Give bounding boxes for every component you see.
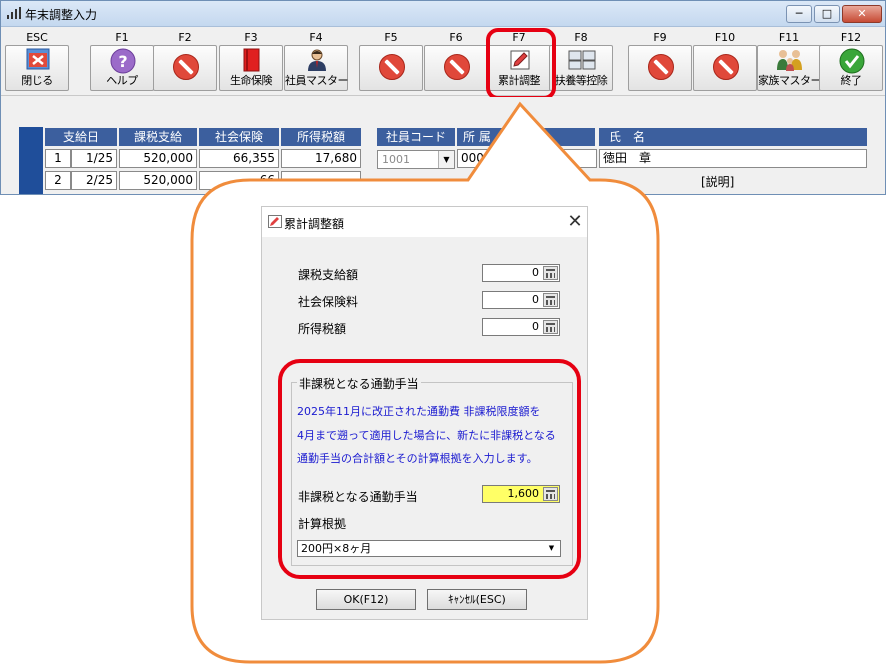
calculator-icon[interactable] xyxy=(543,293,558,307)
income-tax-label: 所得税額 xyxy=(298,322,347,336)
taxable-pay-label: 課税支給額 xyxy=(298,268,359,282)
social-insurance-label: 社会保険料 xyxy=(298,295,359,309)
taxable-pay-input[interactable]: 0 xyxy=(482,264,560,282)
ok-button[interactable]: OK(F12) xyxy=(316,589,416,610)
commute-group-highlight-frame xyxy=(278,359,581,579)
income-tax-input[interactable]: 0 xyxy=(482,318,560,336)
calculator-icon[interactable] xyxy=(543,320,558,334)
dialog-close-button[interactable]: ✕ xyxy=(564,211,586,233)
social-insurance-input[interactable]: 0 xyxy=(482,291,560,309)
income-tax-value: 0 xyxy=(532,320,539,333)
calculator-icon[interactable] xyxy=(543,266,558,280)
dialog-title-bar: 累計調整額 ✕ xyxy=(262,207,587,237)
social-insurance-value: 0 xyxy=(532,293,539,306)
taxable-pay-value: 0 xyxy=(532,266,539,279)
pencil-edit-icon xyxy=(268,215,282,228)
dialog-title: 累計調整額 xyxy=(284,217,345,231)
cancel-button[interactable]: ｷｬﾝｾﾙ(ESC) xyxy=(427,589,527,610)
